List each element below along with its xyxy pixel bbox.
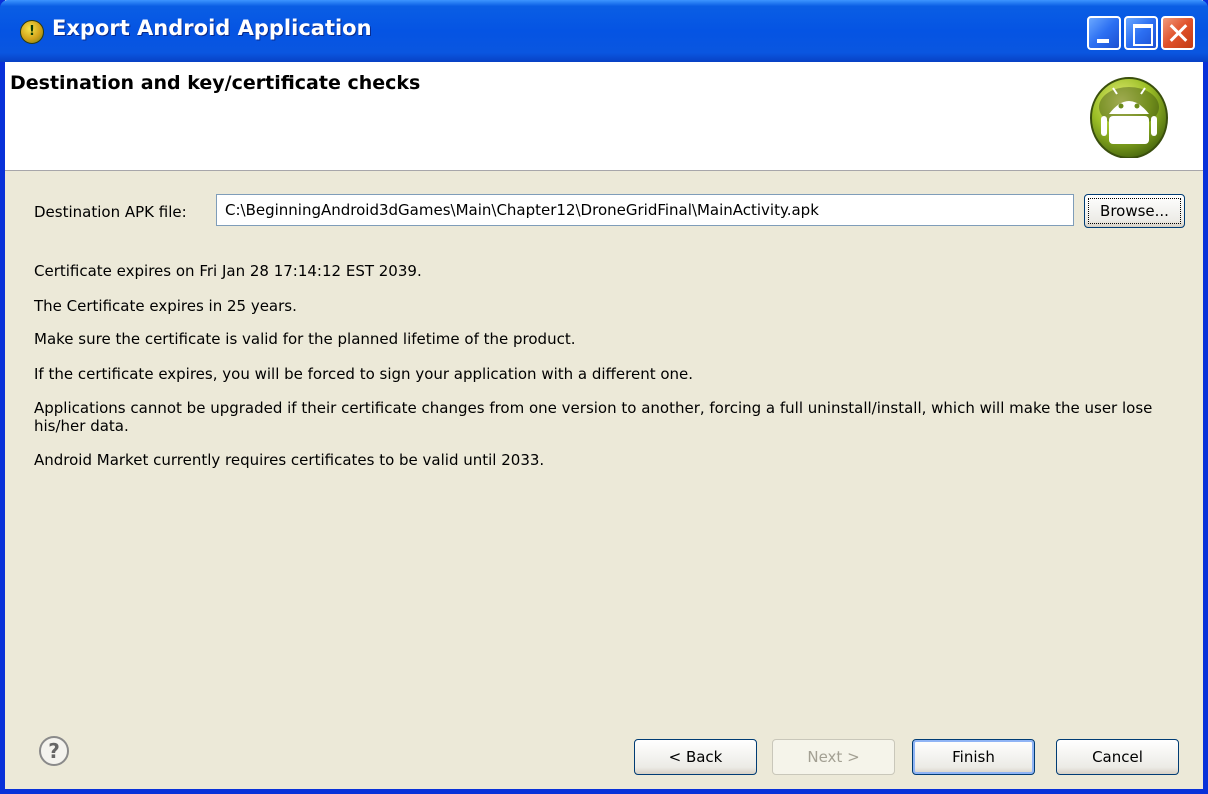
- message-market-requirement: Android Market currently requires certif…: [34, 451, 545, 469]
- wizard-header: Destination and key/certificate checks: [5, 62, 1203, 171]
- browse-button[interactable]: Browse...: [1084, 194, 1185, 228]
- title-bar[interactable]: ! Export Android Application: [0, 0, 1208, 62]
- page-title: Destination and key/certificate checks: [10, 72, 421, 94]
- destination-apk-input[interactable]: [216, 194, 1074, 226]
- android-logo-icon: [1090, 77, 1168, 158]
- cancel-button[interactable]: Cancel: [1056, 739, 1179, 775]
- maximize-button[interactable]: [1124, 16, 1158, 50]
- android-adt-icon: !: [20, 20, 44, 44]
- window-title: Export Android Application: [52, 16, 372, 40]
- message-expire-warning: If the certificate expires, you will be …: [34, 365, 694, 383]
- finish-button[interactable]: Finish: [912, 739, 1035, 775]
- minimize-button[interactable]: [1087, 16, 1121, 50]
- next-button[interactable]: Next >: [772, 739, 895, 775]
- message-valid-lifetime: Make sure the certificate is valid for t…: [34, 330, 576, 348]
- back-button[interactable]: < Back: [634, 739, 757, 775]
- message-expiry-years: The Certificate expires in 25 years.: [34, 297, 297, 315]
- close-button[interactable]: [1161, 16, 1195, 50]
- wizard-content: Destination APK file: Browse... Certific…: [5, 171, 1203, 719]
- destination-label: Destination APK file:: [34, 203, 187, 221]
- wizard-footer: ? < Back Next > Finish Cancel: [5, 719, 1203, 789]
- message-expiry-date: Certificate expires on Fri Jan 28 17:14:…: [34, 262, 422, 280]
- help-icon[interactable]: ?: [39, 736, 69, 766]
- export-dialog-window: ! Export Android Application Destination…: [0, 0, 1208, 794]
- message-upgrade-warning: Applications cannot be upgraded if their…: [34, 399, 1153, 435]
